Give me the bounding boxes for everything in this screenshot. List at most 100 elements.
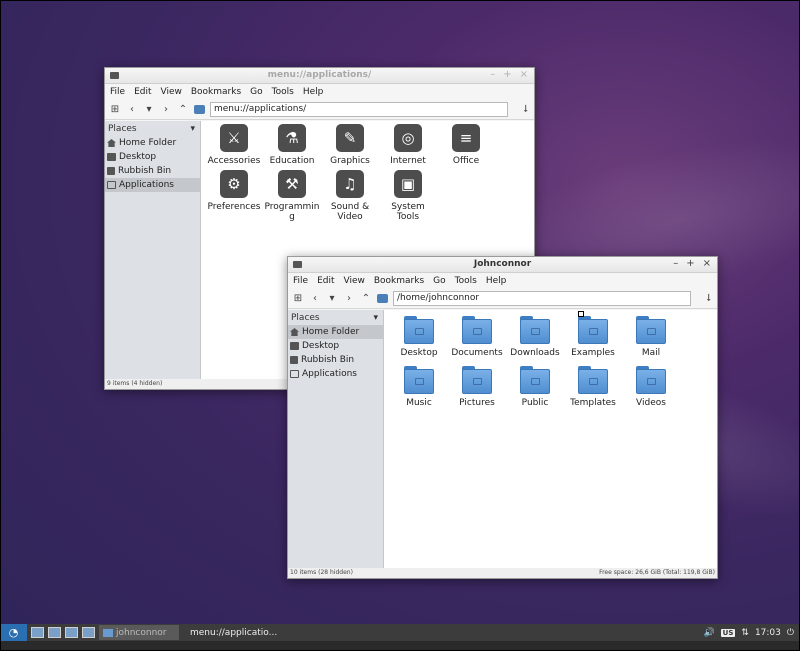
show-desktop-icon[interactable] xyxy=(82,627,95,638)
app-category-sound-video[interactable]: ♫ Sound & Video xyxy=(321,170,379,222)
minimize-button[interactable]: – xyxy=(490,69,495,80)
back-icon[interactable]: ‹ xyxy=(309,292,321,306)
new-tab-icon[interactable]: ⊞ xyxy=(292,292,304,306)
go-icon[interactable]: ⭣ xyxy=(706,293,711,304)
sidebar-item-applications[interactable]: Applications xyxy=(288,367,383,381)
sidebar-item-desktop[interactable]: Desktop xyxy=(288,339,383,353)
close-button[interactable]: × xyxy=(520,69,528,80)
status-free-space: Free space: 26,6 GiB (Total: 119,8 GiB) xyxy=(599,569,715,576)
maximize-button[interactable]: + xyxy=(686,258,694,269)
item-label: Documents xyxy=(451,348,503,358)
maximize-button[interactable]: + xyxy=(503,69,511,80)
history-dropdown-icon[interactable]: ▾ xyxy=(326,292,338,306)
app-category-accessories[interactable]: ⚔ Accessories xyxy=(205,124,263,166)
places-sidebar: Places ▾ Home Folder Desktop Rubbish Bin… xyxy=(288,310,386,568)
app-category-preferences[interactable]: ⚙ Preferences xyxy=(205,170,263,222)
menu-edit[interactable]: Edit xyxy=(317,276,334,286)
menu-bookmarks[interactable]: Bookmarks xyxy=(191,87,241,97)
mouse-cursor-icon xyxy=(578,311,584,317)
chevron-down-icon[interactable]: ▾ xyxy=(190,124,195,134)
item-label: System Tools xyxy=(391,202,425,222)
folder-music[interactable]: Music xyxy=(390,364,448,408)
back-icon[interactable]: ‹ xyxy=(126,103,138,117)
home-icon[interactable] xyxy=(194,105,205,114)
volume-icon[interactable]: 🔊 xyxy=(703,628,714,638)
history-dropdown-icon[interactable]: ▾ xyxy=(143,103,155,117)
folder-pictures[interactable]: Pictures xyxy=(448,364,506,408)
sidebar-item-desktop[interactable]: Desktop xyxy=(105,150,200,164)
up-icon[interactable]: ⌃ xyxy=(177,103,189,117)
task-button-applications[interactable]: menu://applicatio... xyxy=(183,625,278,640)
sidebar-item-home[interactable]: Home Folder xyxy=(288,325,383,339)
up-icon[interactable]: ⌃ xyxy=(360,292,372,306)
sidebar-item-rubbish-bin[interactable]: Rubbish Bin xyxy=(105,164,200,178)
forward-icon[interactable]: › xyxy=(160,103,172,117)
sidebar-item-label: Home Folder xyxy=(119,138,177,148)
home-icon[interactable] xyxy=(377,294,388,303)
forward-icon[interactable]: › xyxy=(343,292,355,306)
app-category-education[interactable]: ⚗ Education xyxy=(263,124,321,166)
menu-help[interactable]: Help xyxy=(303,87,324,97)
task-button-johnconnor[interactable]: johnconnor xyxy=(99,625,179,640)
folder-examples[interactable]: Examples xyxy=(564,314,622,358)
terminal-launcher-icon[interactable] xyxy=(65,627,78,638)
folder-icon xyxy=(462,316,492,344)
desktop-icon xyxy=(290,342,299,350)
item-label: Internet xyxy=(390,156,426,166)
monitor-icon: ▣ xyxy=(394,170,422,198)
start-menu-button[interactable]: ◔ xyxy=(0,624,27,641)
home-icon xyxy=(107,139,116,147)
file-manager-launcher-icon[interactable] xyxy=(31,627,44,638)
folder-public[interactable]: Public xyxy=(506,364,564,408)
menu-view[interactable]: View xyxy=(344,276,365,286)
menu-view[interactable]: View xyxy=(161,87,182,97)
places-header[interactable]: Places ▾ xyxy=(288,311,383,325)
clock[interactable]: 17:03 xyxy=(755,628,781,638)
app-category-programming[interactable]: ⚒ Programmin g xyxy=(263,170,321,222)
chevron-down-icon[interactable]: ▾ xyxy=(373,313,378,323)
window-title: Johnconnor xyxy=(473,259,532,269)
keyboard-layout-badge[interactable]: US xyxy=(720,628,736,637)
app-category-office[interactable]: ≡ Office xyxy=(437,124,495,166)
folder-desktop[interactable]: Desktop xyxy=(390,314,448,358)
item-label: Preferences xyxy=(207,202,261,212)
minimize-button[interactable]: – xyxy=(673,258,678,269)
menu-tools[interactable]: Tools xyxy=(272,87,294,97)
folder-templates[interactable]: Templates xyxy=(564,364,622,408)
menu-edit[interactable]: Edit xyxy=(134,87,151,97)
browser-launcher-icon[interactable] xyxy=(48,627,61,638)
location-field[interactable]: /home/johnconnor xyxy=(393,291,691,306)
close-button[interactable]: × xyxy=(703,258,711,269)
app-category-graphics[interactable]: ✎ Graphics xyxy=(321,124,379,166)
power-icon[interactable]: ⏻ xyxy=(787,628,794,638)
home-window: Johnconnor – + × File Edit View Bookmark… xyxy=(287,256,718,579)
menu-tools[interactable]: Tools xyxy=(455,276,477,286)
menu-go[interactable]: Go xyxy=(433,276,445,286)
sidebar-item-applications[interactable]: Applications xyxy=(105,178,200,192)
menu-file[interactable]: File xyxy=(293,276,308,286)
status-item-count: 9 items (4 hidden) xyxy=(107,380,163,387)
sidebar-item-home[interactable]: Home Folder xyxy=(105,136,200,150)
network-icon[interactable]: ⇅ xyxy=(741,628,749,638)
folder-icon xyxy=(636,366,666,394)
go-icon[interactable]: ⭣ xyxy=(523,104,528,115)
app-category-internet[interactable]: ◎ Internet xyxy=(379,124,437,166)
folder-videos[interactable]: Videos xyxy=(622,364,680,408)
folder-mail[interactable]: Mail xyxy=(622,314,680,358)
location-field[interactable]: menu://applications/ xyxy=(210,102,508,117)
system-tray: 🔊 US ⇅ 17:03 ⏻ xyxy=(703,628,800,638)
titlebar[interactable]: Johnconnor – + × xyxy=(288,257,717,273)
menu-file[interactable]: File xyxy=(110,87,125,97)
toolbar: ⊞ ‹ ▾ › ⌃ /home/johnconnor ⭣ xyxy=(288,289,717,309)
new-tab-icon[interactable]: ⊞ xyxy=(109,103,121,117)
menu-go[interactable]: Go xyxy=(250,87,262,97)
places-header[interactable]: Places ▾ xyxy=(105,122,200,136)
folder-downloads[interactable]: Downloads xyxy=(506,314,564,358)
sidebar-item-rubbish-bin[interactable]: Rubbish Bin xyxy=(288,353,383,367)
folder-icon xyxy=(404,366,434,394)
menu-help[interactable]: Help xyxy=(486,276,507,286)
titlebar[interactable]: menu://applications/ – + × xyxy=(105,68,534,84)
app-category-system-tools[interactable]: ▣ System Tools xyxy=(379,170,437,222)
folder-documents[interactable]: Documents xyxy=(448,314,506,358)
menu-bookmarks[interactable]: Bookmarks xyxy=(374,276,424,286)
